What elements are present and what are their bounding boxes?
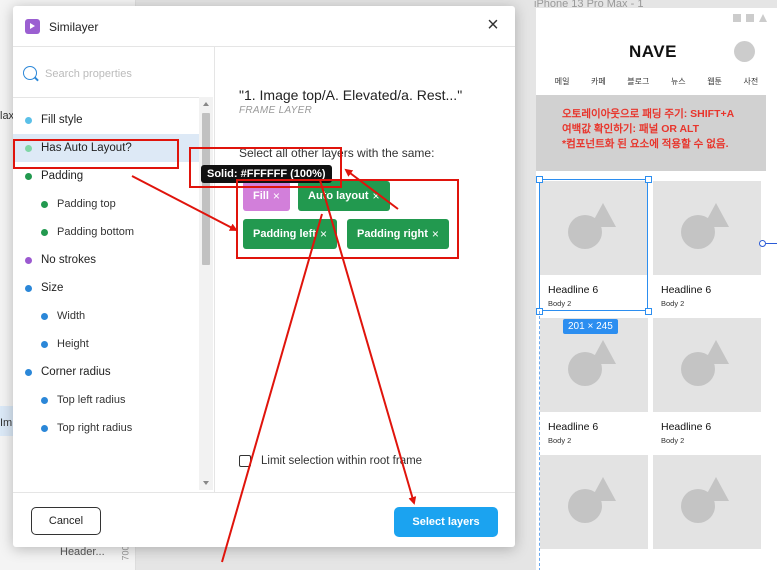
property-label: Padding bottom (57, 226, 135, 238)
guide-line (539, 311, 540, 570)
property-label: Top right radius (57, 422, 133, 434)
property-dot-icon (25, 368, 32, 376)
connector-line (766, 243, 777, 244)
resize-handle[interactable] (645, 176, 652, 183)
layers-peek-text: lax (0, 110, 15, 122)
properties-sidebar: Fill styleHas Auto Layout?PaddingPadding… (13, 47, 215, 492)
status-icons (733, 14, 767, 22)
card[interactable]: Headline 6 Body 2 (653, 181, 761, 308)
card-headline: Headline 6 (661, 421, 712, 433)
property-item[interactable]: Top left radius (13, 386, 199, 414)
property-label: Top left radius (57, 394, 126, 406)
avatar (734, 41, 755, 62)
property-dot-icon (41, 228, 48, 236)
layer-name: "1. Image top/A. Elevated/a. Rest..." (239, 87, 463, 103)
checkbox[interactable] (239, 455, 251, 467)
notice-line: *컴포넌트화 된 요소에 적용할 수 없음. (562, 138, 729, 150)
plugin-titlebar[interactable]: Similayer × (13, 6, 515, 47)
property-dot-icon (25, 256, 32, 264)
property-item[interactable]: Padding bottom (13, 218, 199, 246)
connector-dot[interactable] (759, 240, 766, 247)
property-item[interactable]: Size (13, 274, 199, 302)
layer-type: FRAME LAYER (239, 105, 313, 116)
resize-handle[interactable] (536, 176, 543, 183)
scroll-up-icon[interactable] (203, 102, 209, 106)
scrollbar-thumb[interactable] (202, 113, 210, 265)
select-layers-button[interactable]: Select layers (394, 507, 498, 537)
property-dot-icon (25, 172, 32, 180)
property-label: Width (57, 310, 86, 322)
property-label: Padding top (57, 198, 116, 210)
checkbox-label: Limit selection within root frame (261, 455, 423, 467)
property-dot-icon (41, 340, 48, 348)
app-logo: NAVE (629, 42, 677, 61)
property-label: Height (57, 338, 89, 350)
selection-frame[interactable] (539, 179, 648, 311)
property-dot-icon (41, 424, 48, 432)
notice-line: 여백값 확인하기: 패널 OR ALT (562, 123, 700, 135)
menu-item: 카페 (591, 77, 606, 86)
search-bar (23, 65, 203, 85)
annotation-box (13, 139, 179, 169)
limit-selection-checkbox[interactable]: Limit selection within root frame (239, 455, 422, 467)
property-item[interactable]: Height (13, 330, 199, 358)
menu-item: 웹툰 (707, 77, 722, 86)
property-dot-icon (25, 284, 32, 292)
property-dot-icon (41, 396, 48, 404)
property-item[interactable]: Fill style (13, 106, 199, 134)
close-icon[interactable]: × (484, 15, 502, 35)
property-label: Padding (41, 170, 84, 182)
menu-item: 사전 (743, 77, 759, 86)
card[interactable] (653, 455, 761, 549)
menu-item: 블로그 (627, 77, 650, 86)
image-placeholder (540, 455, 648, 549)
plugin-icon (25, 19, 40, 34)
phone-menu: 메일 카페 블로그 뉴스 웹툰 사전 (536, 76, 777, 87)
property-dot-icon (41, 312, 48, 320)
property-item[interactable]: No strokes (13, 246, 199, 274)
property-label: Size (41, 282, 64, 294)
annotation-box (236, 179, 459, 259)
property-label: No strokes (41, 254, 96, 266)
layers-item-header[interactable]: Header... (60, 546, 105, 558)
notice-line: 오토레이아웃으로 패딩 주기: SHIFT+A (562, 108, 735, 120)
dimension-badge: 201 × 245 (563, 319, 618, 334)
card-headline: Headline 6 (661, 284, 712, 296)
card-body: Body 2 (661, 299, 685, 308)
card-body: Body 2 (548, 436, 572, 445)
ruler-number: 700 (120, 545, 131, 561)
property-item[interactable]: Padding top (13, 190, 199, 218)
menu-item: 메일 (554, 77, 570, 86)
layers-peek-text: Im (0, 417, 13, 429)
card[interactable]: Headline 6 Body 2 (653, 318, 761, 445)
property-dot-icon (41, 200, 48, 208)
property-item[interactable]: Top right radius (13, 414, 199, 442)
image-placeholder (653, 181, 761, 275)
property-item[interactable]: Width (13, 302, 199, 330)
scroll-down-icon[interactable] (203, 481, 209, 485)
image-placeholder (653, 318, 761, 412)
similayer-plugin-window: Similayer × Fill styleHas Auto Layout?Pa… (13, 6, 515, 547)
card-body: Body 2 (661, 436, 685, 445)
image-placeholder (653, 455, 761, 549)
search-icon (23, 66, 37, 80)
plugin-footer: Cancel Select layers (13, 492, 515, 547)
card-headline: Headline 6 (548, 421, 599, 433)
cancel-button[interactable]: Cancel (31, 507, 101, 535)
menu-item: 뉴스 (670, 77, 686, 86)
property-item[interactable]: Corner radius (13, 358, 199, 386)
property-dot-icon (25, 116, 32, 124)
card[interactable] (540, 455, 648, 549)
property-label: Fill style (41, 114, 83, 126)
search-input[interactable] (45, 65, 195, 83)
plugin-title: Similayer (49, 20, 99, 34)
main-panel: "1. Image top/A. Elevated/a. Rest..." FR… (201, 47, 515, 492)
property-label: Corner radius (41, 366, 111, 378)
card[interactable]: Headline 6 Body 2 (540, 318, 648, 445)
resize-handle[interactable] (645, 308, 652, 315)
annotation-notice: 오토레이아웃으로 패딩 주기: SHIFT+A 여백값 확인하기: 패널 OR … (536, 95, 766, 171)
